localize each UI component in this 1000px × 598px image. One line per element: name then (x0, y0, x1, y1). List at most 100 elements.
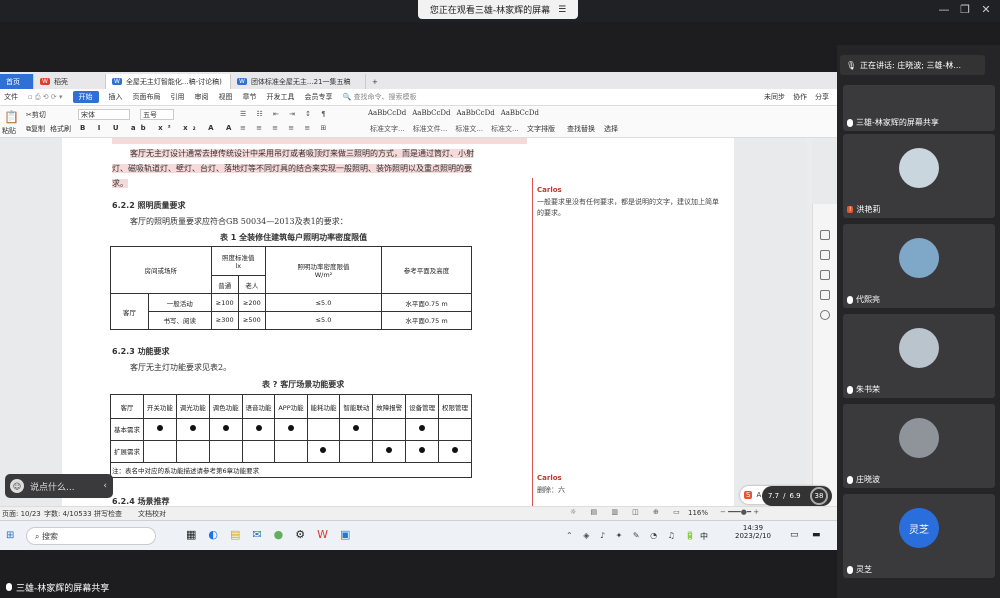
font-name-select[interactable]: 宋体 (78, 109, 130, 120)
document-page[interactable]: 客厅无主灯设计通常去掉传统设计中采用吊灯或者吸顶灯来做三照明的方式，而是通过筒灯… (62, 138, 812, 508)
taskbar-search[interactable]: ⌕ 搜索 (26, 527, 156, 545)
t2-note: 注：表名中对应的系功能描述请参考第6章功能要求 (110, 461, 472, 479)
menu-view[interactable]: 视图 (219, 92, 233, 102)
select-button[interactable]: 选择 (604, 124, 618, 134)
menu-review[interactable]: 审阅 (195, 92, 209, 102)
copy-button[interactable]: ⧉复制 (26, 124, 45, 134)
align-icons[interactable]: ≡ ≡ ≡ ≡ ≡ ⊞ (240, 124, 330, 132)
table-cell: 书写、阅读 (148, 310, 212, 331)
paste-icon[interactable]: 📋 (4, 110, 19, 124)
participant-tile[interactable]: 三雄-林家辉的屏幕共享 (843, 85, 995, 131)
mail-icon[interactable]: ✉ (252, 528, 261, 541)
text-format-icons[interactable]: B I U ab x² x₂ A A (80, 124, 236, 132)
table-cell (175, 418, 210, 441)
table-cell: 权限管理 (438, 393, 472, 420)
tab-daoke[interactable]: W 稻壳 (34, 74, 106, 89)
table-cell: 语音功能 (241, 393, 276, 420)
word-count[interactable]: 字数: 4/10533 (44, 509, 92, 519)
tray-icons[interactable]: ⌃ ◈ ♪ ✦ ✎ ◔ ♫ 🔋 (566, 531, 699, 540)
participant-tile[interactable]: 朱书荣 (843, 314, 995, 398)
settings-icon[interactable]: ⚙ (295, 528, 305, 541)
spell-check-button[interactable]: 拼写检查 (94, 509, 122, 519)
zoom-level[interactable]: 116% (688, 509, 708, 517)
share-banner[interactable]: 您正在观看三雄-林家辉的屏幕 ☰ (418, 0, 578, 19)
style-2[interactable]: AaBbCcDd (412, 109, 450, 117)
style-gallery[interactable]: AaBbCcDd AaBbCcDd AaBbCcDd AaBbCcDd (368, 109, 539, 117)
search-command-input[interactable]: 🔍 查找命令、搜索模板 (343, 92, 417, 102)
notification-icon[interactable]: ▭ (790, 530, 799, 540)
tab-home[interactable]: 首页 (0, 74, 34, 89)
emoji-icon[interactable]: ☺ (10, 479, 24, 493)
text-layout-button[interactable]: 文字排版 (527, 124, 555, 134)
input-language[interactable]: 中 (700, 531, 708, 542)
menu-chapter[interactable]: 章节 (243, 92, 257, 102)
format-painter-button[interactable]: 格式刷 (50, 124, 71, 134)
check-dot-icon (287, 425, 294, 432)
chat-icon[interactable]: ● (274, 528, 284, 541)
menu-dev[interactable]: 开发工具 (267, 92, 295, 102)
menu-start[interactable]: 开始 (72, 91, 99, 103)
table-1-title: 表 1 全装修住建筑每户照明功率密度限值 (220, 233, 368, 242)
clock[interactable]: 14:39 2023/2/10 (735, 524, 771, 540)
adjust-icon[interactable] (820, 270, 830, 280)
collaborate-button[interactable]: 协作 (793, 92, 807, 102)
ribbon-toolbar: 📋 粘贴 ✂剪切 ⧉复制 格式刷 宋体 五号 B I U ab x² x₂ A … (0, 106, 837, 138)
style-1[interactable]: AaBbCcDd (368, 109, 406, 117)
avatar (899, 148, 939, 188)
close-icon[interactable]: ✕ (977, 3, 995, 16)
new-tab-button[interactable]: + (366, 74, 384, 89)
comment-card-2[interactable]: Carlos 删除：六 (537, 474, 722, 495)
menu-icon[interactable]: ☰ (558, 5, 566, 15)
mic-icon (6, 583, 12, 591)
paragraph-icons[interactable]: ☰ ☷ ⇤ ⇥ ↕ ¶ (240, 110, 330, 118)
page-indicator[interactable]: 页面: 10/23 (2, 509, 41, 519)
find-replace-button[interactable]: 查找替换 (567, 124, 595, 134)
minimize-icon[interactable]: — (935, 3, 953, 16)
collapse-icon[interactable]: ‹ (103, 481, 107, 491)
pen-icon[interactable] (820, 230, 830, 240)
menu-member[interactable]: 会员专享 (305, 92, 333, 102)
meeting-icon[interactable]: ▣ (340, 528, 350, 541)
sliders-icon[interactable] (820, 290, 830, 300)
style-3[interactable]: AaBbCcDd (456, 109, 494, 117)
menu-insert[interactable]: 插入 (109, 92, 123, 102)
edge-icon[interactable]: ◐ (208, 528, 218, 541)
cut-button[interactable]: ✂剪切 (26, 110, 46, 120)
menu-reference[interactable]: 引用 (171, 92, 185, 102)
participant-tile[interactable]: 庄晓波 (843, 404, 995, 488)
taskbar-search-label: 搜索 (42, 532, 59, 541)
unsynced-label[interactable]: 未同步 (764, 92, 785, 102)
tab-active-document[interactable]: W 全屋无主灯智能化...稿-讨论稿) (106, 74, 231, 89)
font-size-select[interactable]: 五号 (140, 109, 174, 120)
table-cell: 客厅 (110, 393, 144, 420)
tab-document-2[interactable]: W 团体标准全屋无主...21一集五稿 (231, 74, 366, 89)
history-icon[interactable] (820, 310, 830, 320)
status-bar: 页面: 10/23 字数: 4/10533 拼写检查 文档校对 ☼ ▤ ▥ ◫ … (0, 506, 837, 520)
zoom-slider[interactable]: − ━━━●━ + (720, 508, 759, 516)
proofread-button[interactable]: 文档校对 (138, 509, 166, 519)
comment-card-1[interactable]: Carlos 一般要求里没有任何要求，都是说明的文字，建议加上简单的要求。 (537, 186, 722, 218)
style-4[interactable]: AaBbCcDd (501, 109, 539, 117)
menu-file[interactable]: 文件 (4, 92, 18, 102)
view-mode-icons[interactable]: ☼ ▤ ▥ ◫ ⊕ ▭ (570, 508, 686, 516)
check-dot-icon (222, 425, 229, 432)
paste-button[interactable]: 粘贴 (2, 126, 16, 136)
files-icon[interactable]: ▤ (230, 528, 240, 541)
table-cell: 一般活动 (148, 293, 212, 312)
restore-icon[interactable]: ❐ (956, 3, 974, 16)
participant-tile[interactable]: 代熙亮 (843, 224, 995, 308)
windows-start-icon[interactable]: ⊞ (6, 530, 14, 541)
task-view-icon[interactable]: ▦ (186, 528, 196, 541)
participant-tile[interactable]: ! 洪艳莉 (843, 134, 995, 218)
quick-access-icons[interactable]: ▫ ⎙ ⟲ ⟳ ▾ (28, 93, 63, 102)
menu-layout[interactable]: 页面布局 (133, 92, 161, 102)
pointer-icon[interactable] (820, 250, 830, 260)
highlighted-paragraph-line-2: 灯、磁吸轨道灯、壁灯、台灯、落地灯等不同灯具的结合来实现一般照明、装饰照明以及重… (112, 164, 472, 173)
chat-input[interactable]: ☺ 说点什么... ‹ (5, 474, 113, 498)
participant-tile[interactable]: 灵芝 灵芝 (843, 494, 995, 578)
comment-author: Carlos (537, 186, 562, 194)
share-button[interactable]: 分享 (815, 92, 829, 102)
wps-icon[interactable]: W (317, 528, 328, 541)
desktop-icon[interactable]: ▬ (812, 530, 821, 540)
table-cell: ≥200 (237, 293, 267, 312)
